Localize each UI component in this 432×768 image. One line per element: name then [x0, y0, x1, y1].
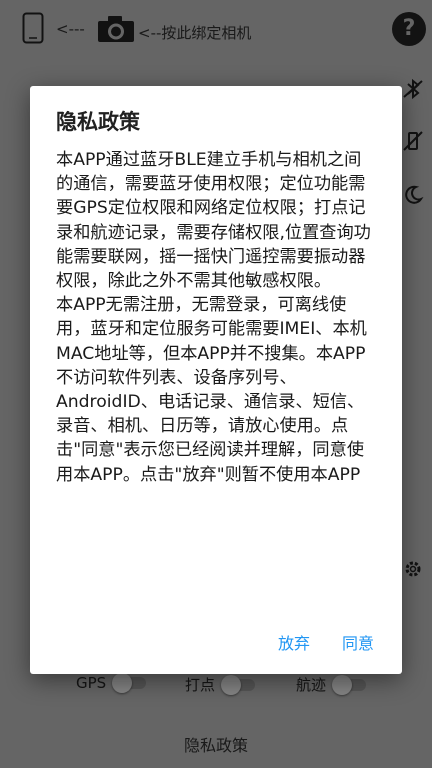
- dialog-message: 本APP通过蓝牙BLE建立手机与相机之间的通信，需要蓝牙使用权限；定位功能需要G…: [56, 150, 371, 485]
- accept-button[interactable]: 同意: [342, 630, 374, 654]
- privacy-dialog: 隐私政策 本APP通过蓝牙BLE建立手机与相机之间的通信，需要蓝牙使用权限；定位…: [30, 86, 402, 674]
- dialog-title: 隐私政策: [56, 110, 140, 134]
- dialog-actions: 放弃 同意: [278, 630, 374, 654]
- reject-button[interactable]: 放弃: [278, 630, 310, 654]
